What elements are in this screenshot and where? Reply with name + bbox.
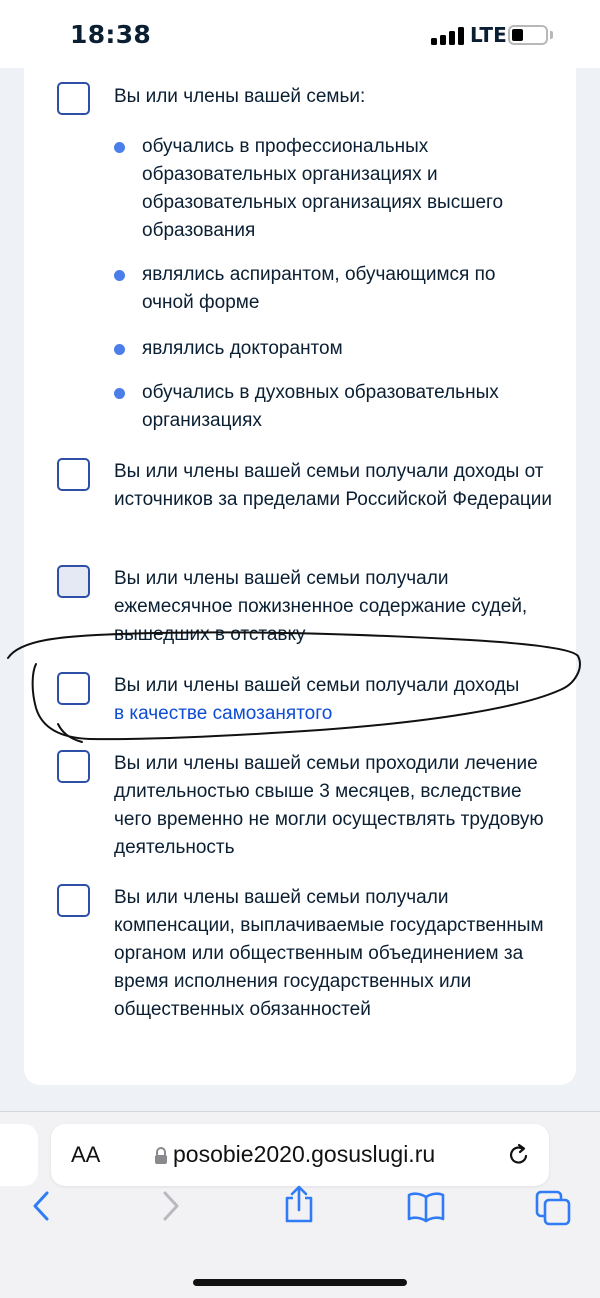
battery-icon xyxy=(508,25,548,45)
bullet-text: являлись аспирантом, обучающимся по очно… xyxy=(142,264,496,313)
checkbox-judges-allowance[interactable] xyxy=(57,565,90,598)
item-label-compensation: Вы или члены вашей семьи получали компен… xyxy=(114,887,544,1020)
bullet-text: являлись докторантом xyxy=(142,338,343,359)
item-label-long-treatment: Вы или члены вашей семьи проходили лечен… xyxy=(114,753,544,858)
cellular-signal-icon xyxy=(431,27,465,45)
status-time: 18:38 xyxy=(70,20,152,49)
checkbox-self-employed[interactable] xyxy=(57,672,90,705)
home-indicator[interactable] xyxy=(193,1279,407,1286)
address-bar[interactable]: AA posobie2020.gosuslugi.ru xyxy=(51,1124,549,1186)
chevron-right-icon[interactable] xyxy=(158,1189,184,1223)
url-text: posobie2020.gosuslugi.ru xyxy=(173,1141,436,1167)
item-label-studies: Вы или члены вашей семьи: xyxy=(114,86,366,107)
bullet-dot xyxy=(114,270,125,281)
bullet-dot xyxy=(114,344,125,355)
share-icon[interactable] xyxy=(282,1184,316,1224)
checkbox-foreign-income[interactable] xyxy=(57,458,90,491)
item-label-self-employed-text: Вы или члены вашей семьи получали доходы xyxy=(114,675,520,696)
bullet-text: обучались в профессиональных образовател… xyxy=(142,136,504,241)
tabs-icon[interactable] xyxy=(534,1189,572,1227)
bullet-text: обучались в духовных образовательных орг… xyxy=(142,382,499,431)
text-size-label: AA xyxy=(71,1142,101,1167)
reload-icon[interactable] xyxy=(506,1142,532,1168)
network-label: LTE xyxy=(470,23,507,47)
checkbox-compensation[interactable] xyxy=(57,884,90,917)
previous-tab-preview[interactable] xyxy=(0,1124,38,1186)
book-icon[interactable] xyxy=(406,1191,446,1223)
checkbox-long-treatment[interactable] xyxy=(57,750,90,783)
checkbox-studies[interactable] xyxy=(57,82,90,115)
status-bar: 18:38 LTE xyxy=(0,0,600,68)
item-label-judges-allowance: Вы или члены вашей семьи получали ежемес… xyxy=(114,568,528,645)
item-label-self-employed: Вы или члены вашей семьи получали доходы… xyxy=(114,672,554,728)
text-size-button[interactable]: AA xyxy=(71,1142,100,1168)
lock-icon xyxy=(155,1147,167,1164)
self-employed-link[interactable]: в качестве самозанятого xyxy=(114,703,332,724)
bullet-dot xyxy=(114,388,125,399)
item-label-foreign-income: Вы или члены вашей семьи получали доходы… xyxy=(114,461,553,510)
bullet-dot xyxy=(114,142,125,153)
chevron-left-icon[interactable] xyxy=(28,1189,54,1223)
